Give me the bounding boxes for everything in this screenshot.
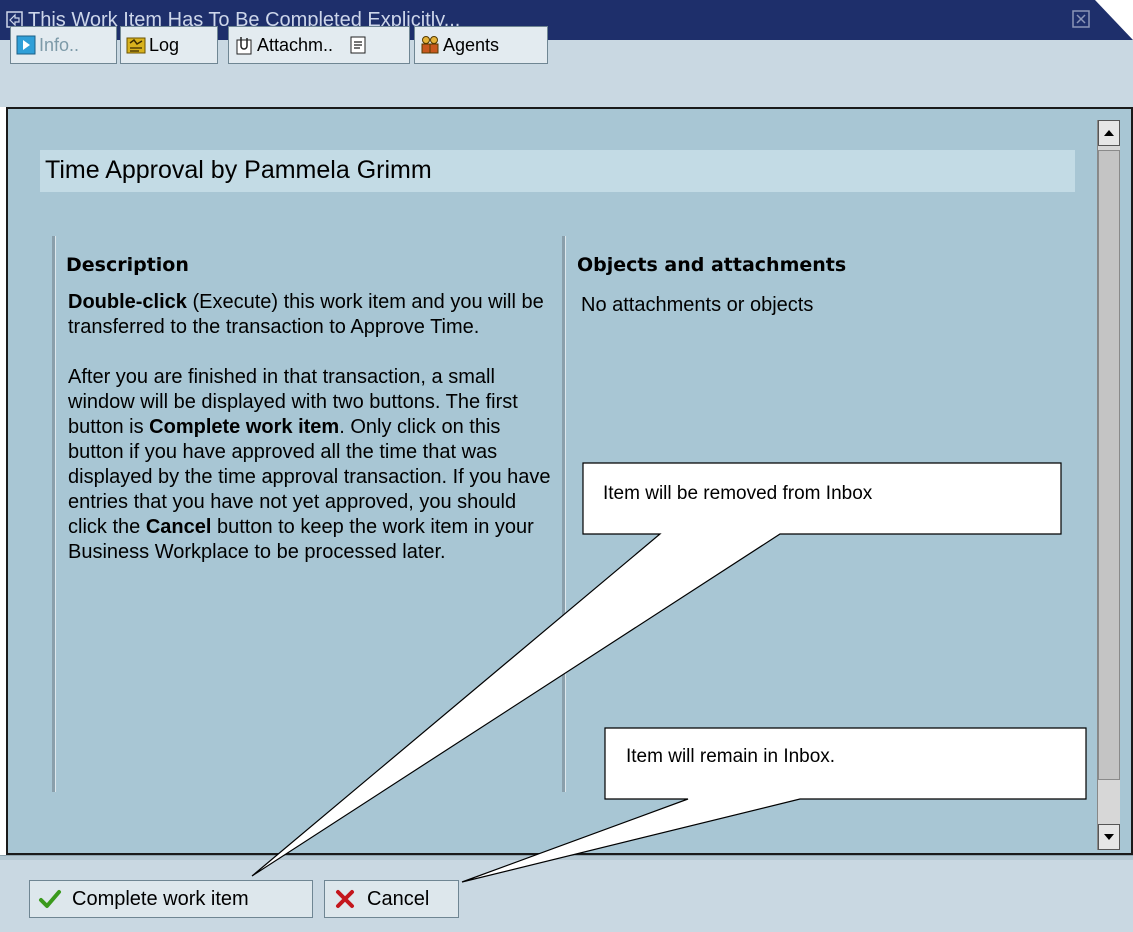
play-icon xyxy=(16,35,36,55)
description-heading: Description xyxy=(66,254,189,276)
column-divider-middle xyxy=(562,236,566,792)
checkmark-icon xyxy=(39,890,61,908)
column-divider-left xyxy=(52,236,56,792)
complete-work-item-bold: Complete work item xyxy=(149,416,340,438)
callout-remain-text: Item will remain in Inbox. xyxy=(626,746,836,767)
tab-agents[interactable]: Agents xyxy=(414,26,548,64)
log-icon xyxy=(126,37,146,54)
scroll-up-button[interactable] xyxy=(1098,120,1120,146)
scroll-thumb[interactable] xyxy=(1098,150,1120,780)
vertical-scrollbar[interactable] xyxy=(1097,120,1120,850)
cancel-label: Cancel xyxy=(367,887,430,910)
tab-attachments[interactable]: Attachm.. xyxy=(228,26,410,64)
double-click-bold: Double-click xyxy=(68,291,187,313)
titlebar-corner xyxy=(1095,0,1133,40)
notes-icon xyxy=(350,36,366,54)
arrow-down-icon xyxy=(1104,834,1114,840)
page-title: Time Approval by Pammela Grimm xyxy=(45,156,432,184)
toolbar-separator xyxy=(0,855,1133,860)
complete-work-item-label: Complete work item xyxy=(72,887,249,910)
description-text: Double-click (Execute) this work item an… xyxy=(68,290,558,590)
callout-remove-text: Item will be removed from Inbox xyxy=(603,483,873,504)
cancel-bold: Cancel xyxy=(145,516,212,538)
tab-agents-label: Agents xyxy=(443,34,500,55)
close-icon[interactable] xyxy=(1072,10,1090,28)
cancel-x-icon xyxy=(336,890,354,908)
agents-icon xyxy=(421,36,439,54)
description-paragraph-2: After you are finished in that transacti… xyxy=(68,365,558,565)
tab-log-label: Log xyxy=(149,34,180,55)
description-paragraph-1: Double-click (Execute) this work item an… xyxy=(68,290,558,340)
tab-attachments-label: Attachm.. xyxy=(257,34,334,55)
tab-info[interactable]: Info.. xyxy=(10,26,117,64)
objects-text: No attachments or objects xyxy=(581,294,814,316)
paperclip-icon xyxy=(236,37,252,55)
tab-info-label: Info.. xyxy=(39,34,80,55)
complete-work-item-button[interactable]: Complete work item xyxy=(29,880,313,918)
cancel-button[interactable]: Cancel xyxy=(324,880,459,918)
objects-heading: Objects and attachments xyxy=(577,254,847,276)
scroll-down-button[interactable] xyxy=(1098,824,1120,850)
arrow-up-icon xyxy=(1104,130,1114,136)
tab-log[interactable]: Log xyxy=(120,26,218,64)
